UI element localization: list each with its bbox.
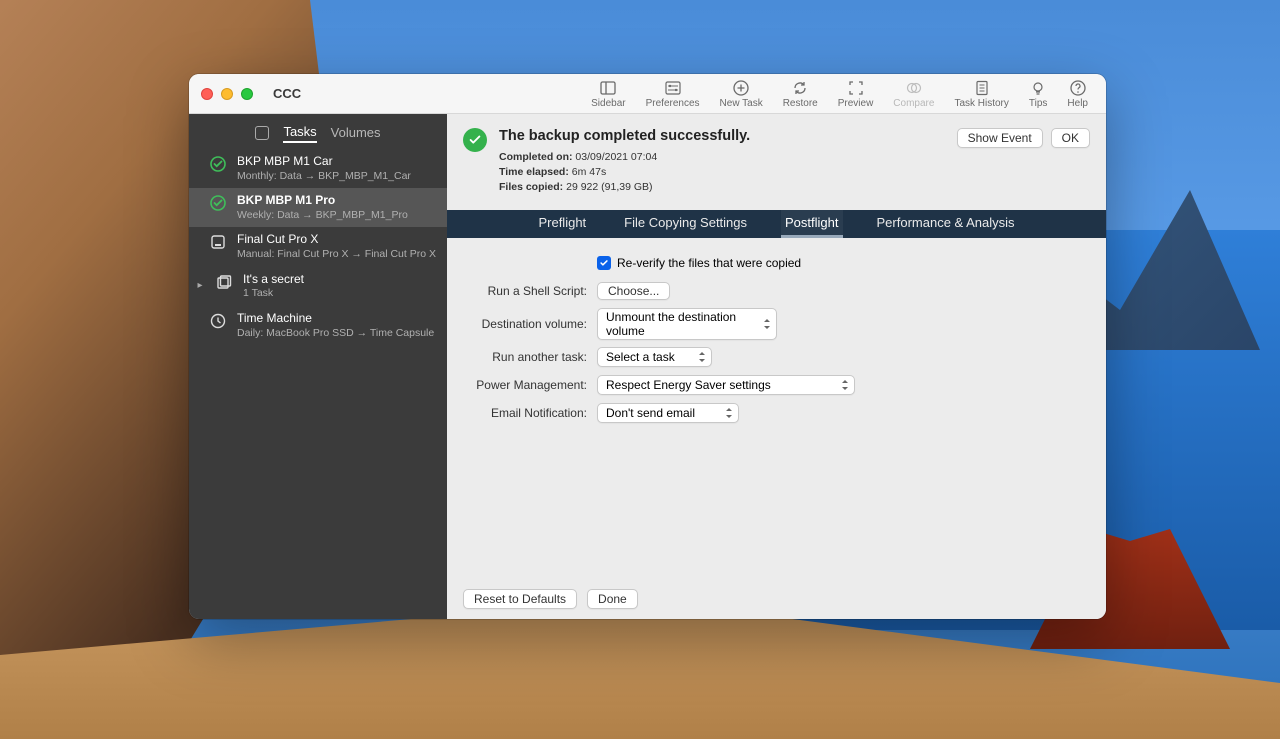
shell-script-label: Run a Shell Script: (467, 284, 587, 298)
power-label: Power Management: (467, 378, 587, 392)
sidebar-icon (599, 79, 617, 97)
compare-icon (905, 79, 923, 97)
task-subtitle: Weekly: Data → BKP_MBP_M1_Pro (237, 209, 408, 223)
show-event-button[interactable]: Show Event (957, 128, 1043, 148)
segment-tab[interactable]: Postflight (781, 210, 842, 238)
run-another-select[interactable]: Select a task (597, 347, 712, 367)
status-title: The backup completed successfully. (499, 128, 945, 144)
sidebar-tab-volumes[interactable]: Volumes (331, 123, 381, 142)
task-title: Time Machine (237, 311, 434, 327)
status-line: Files copied: 29 922 (91,39 GB) (499, 180, 945, 195)
toolbar-compare-button: Compare (883, 75, 944, 113)
app-window: CCC Sidebar Preferences New Task Restore Pre… (189, 74, 1106, 619)
toolbar: Sidebar Preferences New Task Restore Preview… (581, 75, 1106, 113)
toolbar-label: Tips (1029, 98, 1048, 109)
toolbar-label: Restore (783, 98, 818, 109)
task-row[interactable]: BKP MBP M1 CarMonthly: Data → BKP_MBP_M1… (189, 149, 447, 188)
ok-icon (209, 194, 227, 212)
titlebar: CCC Sidebar Preferences New Task Restore Pre… (189, 74, 1106, 114)
toolbar-newtask-button[interactable]: New Task (710, 75, 773, 113)
refresh-icon (791, 79, 809, 97)
status-line: Time elapsed: 6m 47s (499, 165, 945, 180)
toolbar-sidebar-button[interactable]: Sidebar (581, 75, 635, 113)
toolbar-preferences-button[interactable]: Preferences (636, 75, 710, 113)
sidebar-tabs: Tasks Volumes (189, 114, 447, 149)
dest-volume-label: Destination volume: (467, 317, 587, 331)
task-title: BKP MBP M1 Pro (237, 193, 408, 209)
task-subtitle: 1 Task (243, 287, 304, 301)
toolbar-label: Compare (893, 98, 934, 109)
segment-tab[interactable]: Performance & Analysis (873, 210, 1019, 238)
group-icon (215, 273, 233, 291)
reverify-label: Re-verify the files that were copied (617, 256, 801, 270)
task-title: It's a secret (243, 272, 304, 288)
clock-icon (209, 312, 227, 330)
sliders-icon (664, 79, 682, 97)
toolbar-preview-button[interactable]: Preview (828, 75, 884, 113)
sidebar: Tasks Volumes BKP MBP M1 CarMonthly: Dat… (189, 114, 447, 619)
task-subtitle: Monthly: Data → BKP_MBP_M1_Car (237, 170, 411, 184)
choose-script-button[interactable]: Choose... (597, 282, 670, 300)
done-button[interactable]: Done (587, 589, 638, 609)
task-title: BKP MBP M1 Car (237, 154, 411, 170)
toolbar-tips-button[interactable]: Tips (1019, 75, 1058, 113)
status-line: Completed on: 03/09/2021 07:04 (499, 150, 945, 165)
help-icon (1069, 79, 1087, 97)
task-subtitle: Daily: MacBook Pro SSD → Time Capsule (237, 327, 434, 341)
postflight-form: Re-verify the files that were copied Run… (447, 238, 1106, 579)
reverify-checkbox[interactable]: Re-verify the files that were copied (597, 256, 801, 270)
traffic-lights (189, 88, 265, 100)
toolbar-label: Task History (954, 98, 1008, 109)
reset-defaults-button[interactable]: Reset to Defaults (463, 589, 577, 609)
segment-bar: Preflight File Copying Settings Postflight… (447, 210, 1106, 238)
task-subtitle: Manual: Final Cut Pro X → Final Cut Pro … (237, 248, 436, 262)
email-select[interactable]: Don't send email (597, 403, 739, 423)
close-button[interactable] (201, 88, 213, 100)
chevron-right-icon: ▸ (195, 272, 205, 291)
toolbar-label: Preferences (646, 98, 700, 109)
task-list: BKP MBP M1 CarMonthly: Data → BKP_MBP_M1… (189, 149, 447, 619)
status-area: The backup completed successfully. Compl… (447, 114, 1106, 210)
app-title: CCC (273, 86, 301, 101)
sidebar-tab-tasks[interactable]: Tasks (283, 122, 316, 143)
plus-circle-icon (732, 79, 750, 97)
toolbar-help-button[interactable]: Help (1057, 75, 1098, 113)
scan-icon (847, 79, 865, 97)
minimize-button[interactable] (221, 88, 233, 100)
toolbar-history-button[interactable]: Task History (944, 75, 1018, 113)
main-content: The backup completed successfully. Compl… (447, 114, 1106, 619)
task-row[interactable]: Final Cut Pro XManual: Final Cut Pro X →… (189, 227, 447, 266)
segment-tab[interactable]: File Copying Settings (620, 210, 751, 238)
list-icon (255, 126, 269, 140)
zoom-button[interactable] (241, 88, 253, 100)
toolbar-label: Preview (838, 98, 874, 109)
task-row[interactable]: BKP MBP M1 ProWeekly: Data → BKP_MBP_M1_… (189, 188, 447, 227)
toolbar-label: Help (1067, 98, 1088, 109)
task-row[interactable]: Time MachineDaily: MacBook Pro SSD → Tim… (189, 306, 447, 345)
run-another-label: Run another task: (467, 350, 587, 364)
disk-icon (209, 233, 227, 251)
dest-volume-select[interactable]: Unmount the destination volume (597, 308, 777, 340)
segment-tab[interactable]: Preflight (534, 210, 590, 238)
footer: Reset to Defaults Done (447, 579, 1106, 619)
doc-icon (973, 79, 991, 97)
bulb-icon (1029, 79, 1047, 97)
success-icon (463, 128, 487, 152)
toolbar-label: New Task (720, 98, 763, 109)
power-select[interactable]: Respect Energy Saver settings (597, 375, 855, 395)
ok-button[interactable]: OK (1051, 128, 1090, 148)
email-label: Email Notification: (467, 406, 587, 420)
checkmark-icon (597, 256, 611, 270)
sidebar-tab-list-icon[interactable] (255, 124, 269, 142)
ok-icon (209, 155, 227, 173)
toolbar-label: Sidebar (591, 98, 625, 109)
task-title: Final Cut Pro X (237, 232, 436, 248)
task-row[interactable]: ▸ It's a secret1 Task (189, 267, 447, 306)
toolbar-restore-button[interactable]: Restore (773, 75, 828, 113)
